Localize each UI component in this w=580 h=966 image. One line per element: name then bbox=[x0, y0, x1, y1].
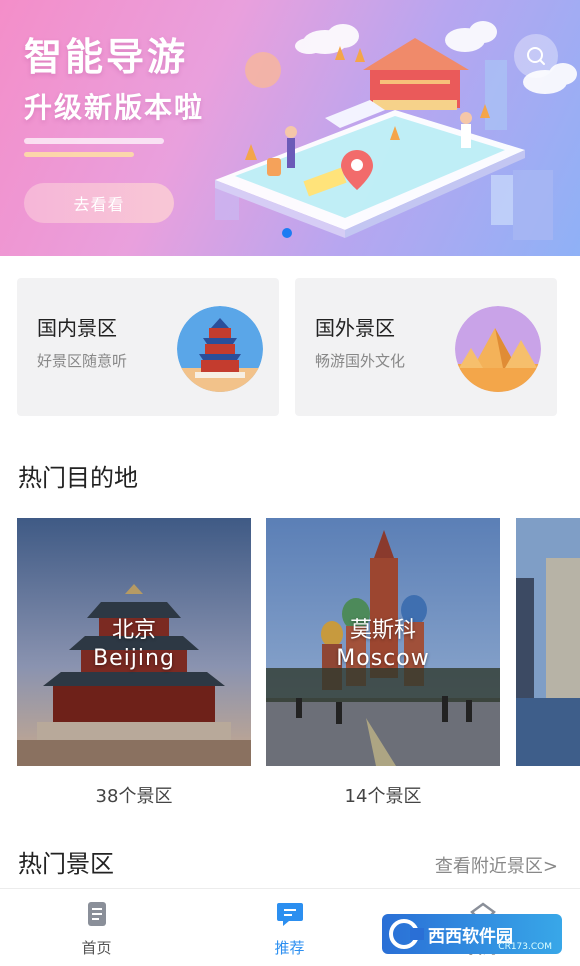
temple-of-heaven-image bbox=[177, 306, 263, 392]
destination-name-en: Beijing bbox=[93, 646, 175, 671]
banner-title: 智能导游 bbox=[24, 35, 189, 79]
pyramids-image bbox=[455, 306, 541, 392]
search-button[interactable] bbox=[514, 34, 558, 78]
tab-label: 推荐 bbox=[274, 939, 305, 957]
destination-count: 38个景区 bbox=[95, 786, 173, 807]
card-title: 国内景区 bbox=[37, 316, 117, 340]
message-icon bbox=[276, 903, 303, 926]
go-see-button[interactable]: 去看看 bbox=[24, 183, 174, 223]
singapore-photo bbox=[516, 518, 580, 766]
destination-name: 莫斯科 bbox=[349, 618, 416, 643]
destination-card-beijing[interactable]: 北京 Beijing bbox=[17, 518, 251, 766]
foreign-scenic-card[interactable]: 国外景区 畅游国外文化 bbox=[295, 278, 557, 416]
destination-count: 14个景区 bbox=[344, 786, 422, 807]
destination-card-moscow[interactable]: 莫斯科 Moscow bbox=[266, 518, 500, 766]
card-subtitle: 畅游国外文化 bbox=[315, 352, 406, 370]
watermark-logo: 西西软件园 CR173.COM bbox=[382, 914, 562, 954]
tab-home[interactable]: 首页 bbox=[0, 889, 193, 966]
search-icon bbox=[527, 47, 545, 65]
destination-card-partial[interactable] bbox=[516, 518, 580, 766]
tab-label: 首页 bbox=[81, 939, 112, 957]
hot-destinations-title: 热门目的地 bbox=[18, 464, 138, 492]
tab-recommend[interactable]: 推荐 bbox=[193, 889, 386, 966]
view-nearby-link[interactable]: 查看附近景区> bbox=[435, 852, 558, 878]
card-title: 国外景区 bbox=[315, 316, 395, 340]
card-subtitle: 好景区随意听 bbox=[37, 352, 128, 370]
domestic-scenic-card[interactable]: 国内景区 好景区随意听 bbox=[17, 278, 279, 416]
document-icon bbox=[87, 902, 106, 926]
banner-subtitle: 升级新版本啦 bbox=[24, 91, 205, 124]
carousel-indicator[interactable] bbox=[282, 228, 292, 238]
hot-spots-title: 热门景区 bbox=[18, 850, 114, 878]
promo-banner[interactable]: 智能导游 升级新版本啦 去看看 bbox=[0, 0, 580, 256]
cr-logo-icon bbox=[389, 919, 424, 949]
destination-name: 北京 bbox=[111, 618, 156, 643]
banner-decor-line bbox=[24, 138, 164, 144]
destination-name-en: Moscow bbox=[336, 646, 430, 671]
banner-decor-line bbox=[24, 152, 134, 157]
watermark-url: CR173.COM bbox=[498, 942, 552, 952]
